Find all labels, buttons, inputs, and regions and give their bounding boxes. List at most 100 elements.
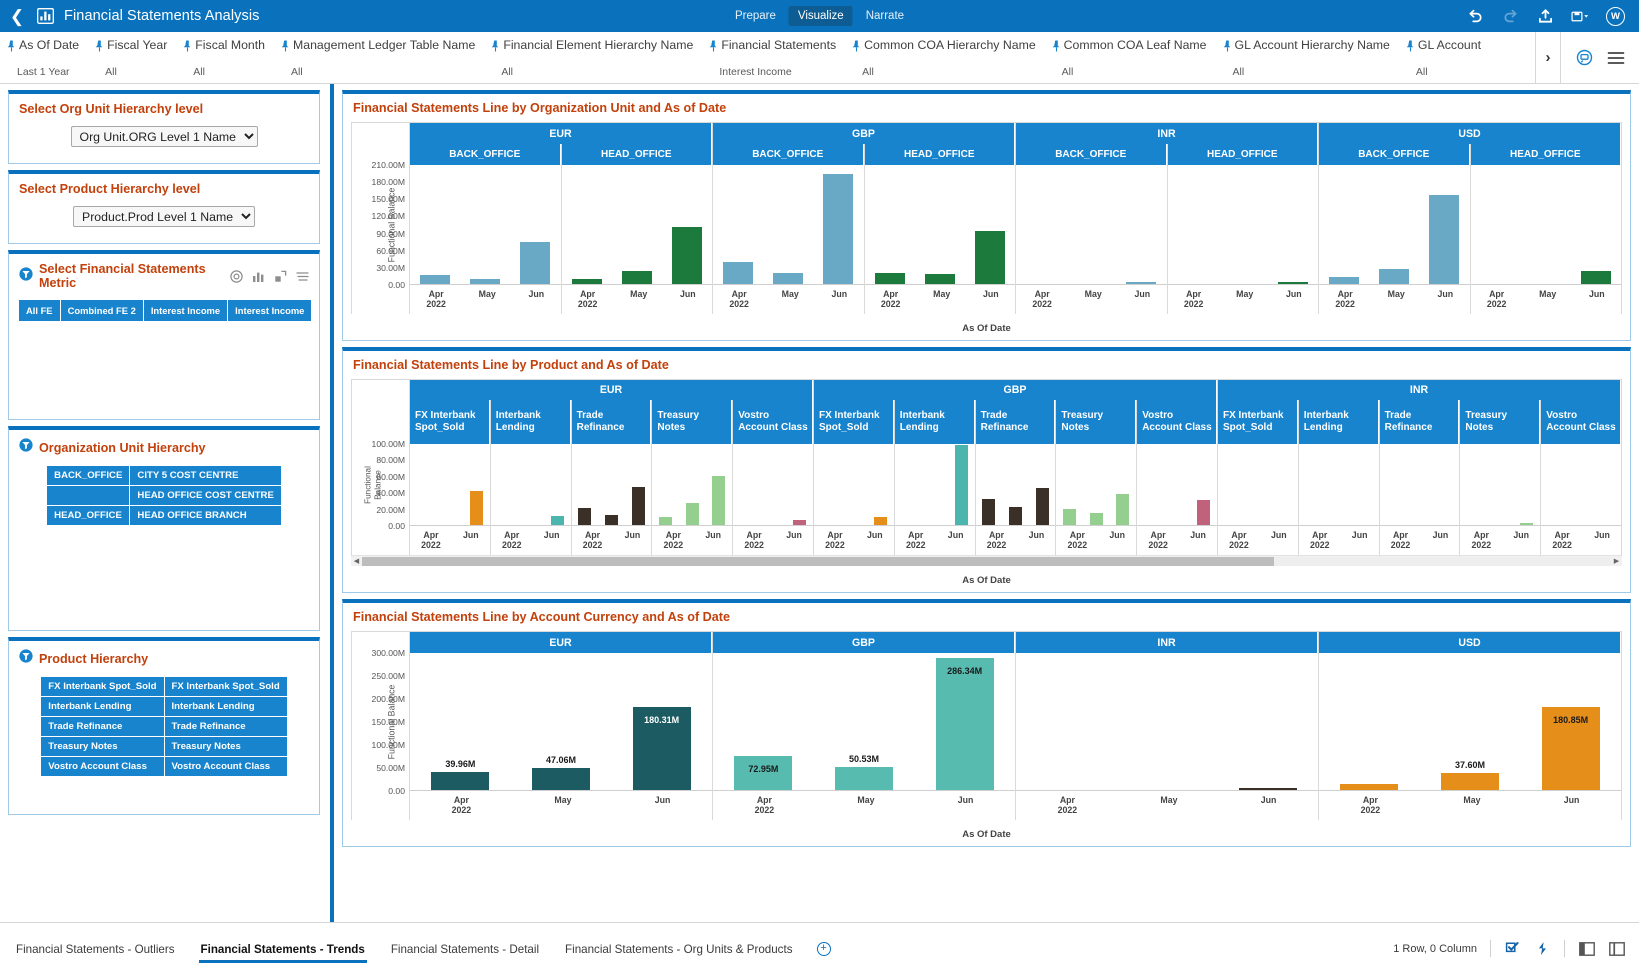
menu-icon[interactable]	[1607, 49, 1625, 67]
org-cell[interactable]: BACK_OFFICE	[47, 466, 130, 486]
bar[interactable]	[712, 476, 725, 525]
bar[interactable]	[793, 520, 806, 525]
product-cell[interactable]: Vostro Account Class	[41, 757, 164, 777]
org-hierarchy-level-select[interactable]: Org Unit.ORG Level 1 NameOrg Unit.ORG Le…	[71, 126, 258, 147]
filter-financial-element-hierarchy-name[interactable]: Financial Element Hierarchy NameAll	[484, 32, 702, 83]
bar[interactable]	[1581, 271, 1611, 284]
product-hierarchy-level-select[interactable]: Product.Prod Level 1 NameProduct.Prod Le…	[73, 206, 255, 227]
bar[interactable]: 37.60M	[1441, 773, 1499, 790]
bar[interactable]	[632, 487, 645, 525]
product-cell[interactable]: Vostro Account Class	[164, 757, 287, 777]
metric-button[interactable]: Interest Income	[228, 300, 311, 321]
scrollbar-track[interactable]	[362, 557, 1611, 566]
bar[interactable]: 39.96M	[431, 772, 489, 790]
filter-fiscal-year[interactable]: Fiscal YearAll	[88, 32, 176, 83]
filter-as-of-date[interactable]: As Of DateLast 1 Year	[0, 32, 88, 83]
nav-visualize[interactable]: Visualize	[789, 6, 853, 26]
bar[interactable]	[875, 273, 905, 284]
scroll-right-arrow-icon[interactable]: ▶	[1611, 557, 1622, 565]
validate-icon[interactable]	[1504, 940, 1521, 957]
expand-icon[interactable]	[273, 269, 287, 283]
product-cell[interactable]: Interbank Lending	[41, 697, 164, 717]
bar[interactable]: 72.95M	[734, 756, 792, 790]
bar[interactable]	[686, 503, 699, 525]
data-source-icon[interactable]	[1575, 49, 1593, 67]
product-cell[interactable]: Treasury Notes	[41, 737, 164, 757]
nav-narrate[interactable]: Narrate	[857, 6, 913, 26]
bar[interactable]	[659, 517, 672, 525]
org-cell[interactable]: CITY 5 COST CENTRE	[130, 466, 281, 486]
add-circle-icon[interactable]: +	[817, 942, 831, 956]
bar[interactable]	[773, 273, 803, 284]
bar[interactable]	[823, 174, 853, 284]
filter-scroll-right-button[interactable]: ›	[1535, 32, 1561, 83]
bar[interactable]	[982, 499, 995, 525]
bar[interactable]: 180.31M	[633, 707, 691, 790]
product-cell[interactable]: Trade Refinance	[164, 717, 287, 737]
product-cell[interactable]: Treasury Notes	[164, 737, 287, 757]
bar[interactable]: 47.06M	[532, 768, 590, 790]
filter-financial-statements[interactable]: Financial StatementsInterest Income	[702, 32, 845, 83]
bar[interactable]	[572, 279, 602, 284]
org-cell[interactable]: HEAD_OFFICE	[47, 506, 130, 526]
bar[interactable]	[1379, 269, 1409, 284]
scroll-left-arrow-icon[interactable]: ◀	[351, 557, 362, 565]
bar[interactable]: 180.85M	[1542, 707, 1600, 790]
metric-button[interactable]: Interest Income	[144, 300, 228, 321]
product-cell[interactable]: Trade Refinance	[41, 717, 164, 737]
bar[interactable]: 286.34M	[936, 658, 994, 790]
bar[interactable]	[1036, 488, 1049, 525]
bar[interactable]	[1239, 788, 1297, 790]
bar[interactable]	[723, 262, 753, 284]
filter-gl-account[interactable]: GL AccountAll	[1399, 32, 1490, 83]
product-cell[interactable]: FX Interbank Spot_Sold	[164, 677, 287, 697]
bar[interactable]	[470, 491, 483, 525]
save-dropdown-icon[interactable]	[1571, 7, 1589, 25]
bar[interactable]	[1520, 523, 1533, 525]
avatar[interactable]: W	[1606, 7, 1625, 26]
bar[interactable]	[1116, 494, 1129, 525]
org-cell[interactable]	[47, 486, 130, 506]
bar[interactable]	[1126, 282, 1156, 284]
bar[interactable]	[420, 275, 450, 284]
filter-common-coa-leaf-name[interactable]: Common COA Leaf NameAll	[1045, 32, 1216, 83]
bar[interactable]	[1329, 277, 1359, 284]
tab-financial-statements-trends[interactable]: Financial Statements - Trends	[199, 927, 367, 971]
bar[interactable]	[1009, 507, 1022, 525]
tab-financial-statements-org-units-products[interactable]: Financial Statements - Org Units & Produ…	[563, 927, 794, 971]
bar[interactable]	[975, 231, 1005, 284]
tab-financial-statements-detail[interactable]: Financial Statements - Detail	[389, 927, 541, 971]
filter-fiscal-month[interactable]: Fiscal MonthAll	[176, 32, 274, 83]
filter-common-coa-hierarchy-name[interactable]: Common COA Hierarchy NameAll	[845, 32, 1045, 83]
bar[interactable]	[1063, 509, 1076, 525]
bar[interactable]	[1340, 784, 1398, 790]
bar[interactable]	[1090, 513, 1103, 525]
menu-icon[interactable]	[295, 269, 309, 283]
bar[interactable]	[520, 242, 550, 284]
bar[interactable]	[1429, 195, 1459, 284]
panel-right-icon[interactable]	[1608, 940, 1625, 957]
back-chevron-icon[interactable]: ❮	[0, 8, 34, 25]
bar[interactable]	[874, 517, 887, 525]
bar[interactable]	[1278, 282, 1308, 284]
bar[interactable]	[578, 508, 591, 525]
bar[interactable]	[622, 271, 652, 284]
metric-button[interactable]: All FE	[19, 300, 61, 321]
product-cell[interactable]: Interbank Lending	[164, 697, 287, 717]
org-cell[interactable]: HEAD OFFICE COST CENTRE	[130, 486, 281, 506]
bar[interactable]	[672, 227, 702, 284]
product-cell[interactable]: FX Interbank Spot_Sold	[41, 677, 164, 697]
panel-left-icon[interactable]	[1578, 940, 1595, 957]
org-cell[interactable]: HEAD OFFICE BRANCH	[130, 506, 281, 526]
metric-button[interactable]: Combined FE 2	[61, 300, 144, 321]
bar[interactable]: 50.53M	[835, 767, 893, 790]
bar[interactable]	[605, 515, 618, 525]
bar-chart-icon[interactable]	[251, 269, 265, 283]
bar[interactable]	[1197, 500, 1210, 525]
scrollbar-thumb[interactable]	[362, 557, 1274, 566]
bar[interactable]	[551, 516, 564, 525]
upload-icon[interactable]	[1536, 7, 1554, 25]
horizontal-scrollbar[interactable]: ◀▶	[351, 555, 1622, 566]
bar[interactable]	[955, 445, 968, 525]
bar[interactable]	[925, 274, 955, 284]
